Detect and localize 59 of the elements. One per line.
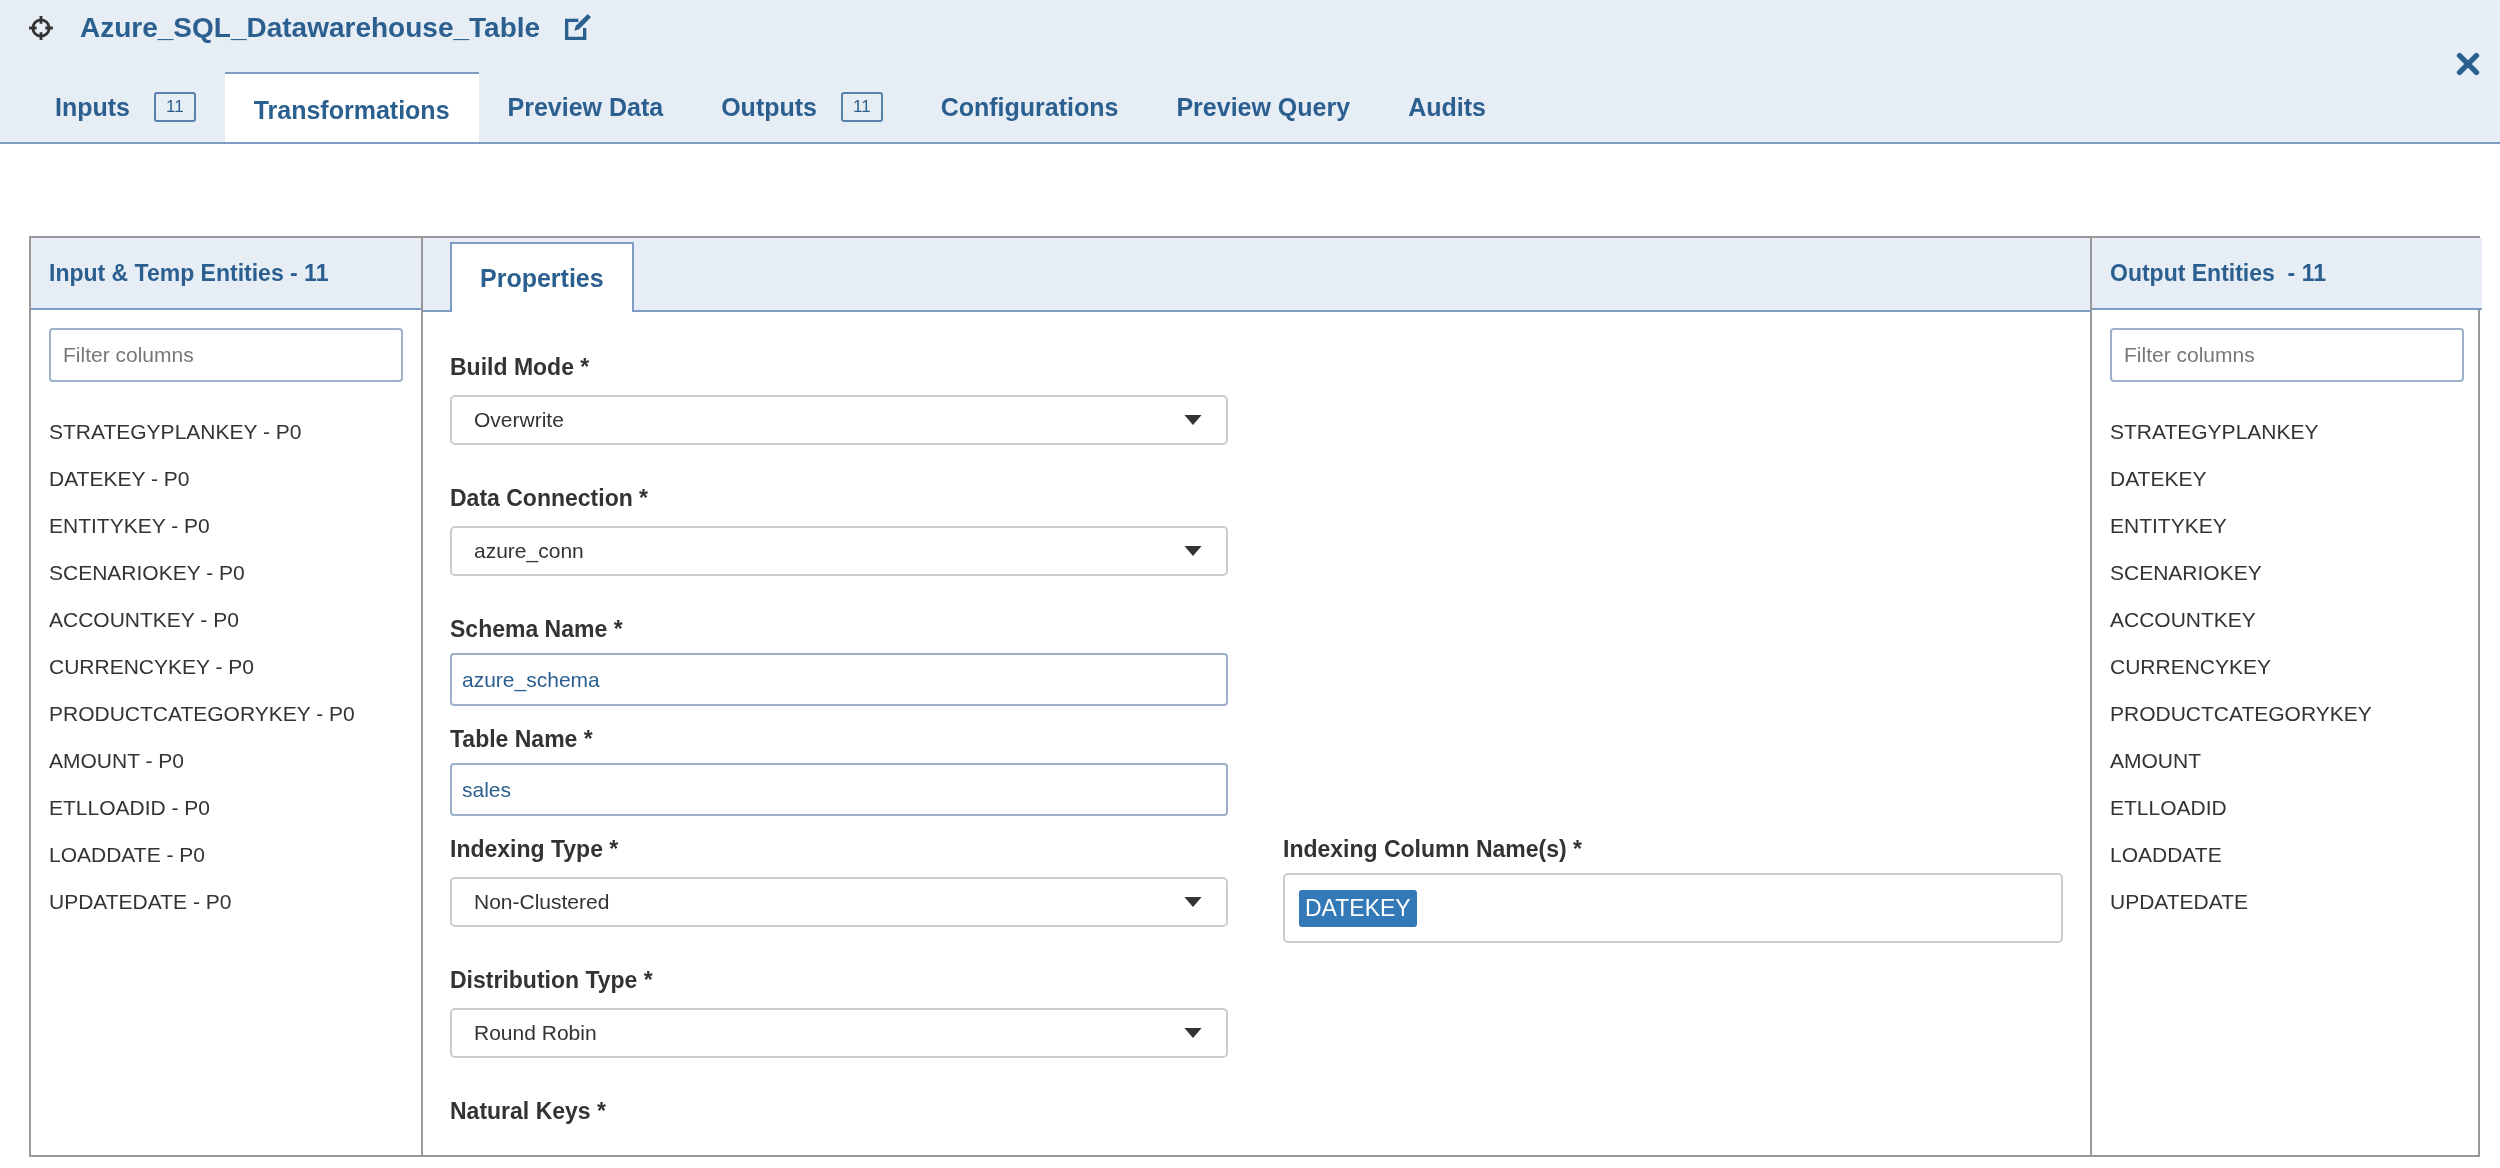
column-item[interactable]: LOADDATE - P0 — [49, 831, 403, 878]
tab[interactable]: Audits — [1379, 72, 1515, 142]
column-item[interactable]: PRODUCTCATEGORYKEY - P0 — [49, 690, 403, 737]
column-item[interactable]: AMOUNT - P0 — [49, 737, 403, 784]
field-label: Distribution Type * — [450, 967, 654, 994]
window-title: Azure_SQL_Datawarehouse_Table — [80, 12, 541, 44]
column-item[interactable]: AMOUNT — [2110, 737, 2464, 784]
count-badge: 11 — [154, 92, 196, 122]
dropdown[interactable]: Overwrite — [450, 395, 1228, 445]
crosshair-icon — [28, 15, 54, 41]
text-field[interactable]: sales — [450, 763, 1228, 816]
filter-field[interactable]: Filter columns — [2110, 328, 2464, 382]
column-item[interactable]: SCENARIOKEY - P0 — [49, 549, 403, 596]
column-item[interactable]: DATEKEY - P0 — [49, 455, 403, 502]
panel-header: Output Entities - 11 — [2092, 238, 2482, 310]
column-item[interactable]: PRODUCTCATEGORYKEY — [2110, 690, 2464, 737]
column-item[interactable]: UPDATEDATE - P0 — [49, 878, 403, 925]
field-label: Build Mode * — [450, 354, 591, 381]
column-item[interactable]: ENTITYKEY - P0 — [49, 502, 403, 549]
count-badge: 11 — [841, 92, 883, 122]
column-item[interactable]: STRATEGYPLANKEY — [2110, 408, 2464, 455]
caret-icon — [1184, 415, 1202, 425]
tab[interactable]: Preview Data — [478, 72, 693, 142]
tab[interactable]: Outputs 11 — [692, 72, 912, 142]
column-item[interactable]: UPDATEDATE — [2110, 878, 2464, 925]
panel-header: Input & Temp Entities - 11 — [31, 238, 421, 310]
column-item[interactable]: CURRENCYKEY — [2110, 643, 2464, 690]
column-item[interactable]: SCENARIOKEY — [2110, 549, 2464, 596]
caret-icon — [1184, 897, 1202, 907]
dropdown[interactable]: azure_conn — [450, 526, 1228, 576]
text-field[interactable]: azure_schema — [450, 653, 1228, 706]
column-item[interactable]: ETLLOADID — [2110, 784, 2464, 831]
column-item[interactable]: LOADDATE — [2110, 831, 2464, 878]
tag-field[interactable]: DATEKEY — [1283, 873, 2063, 943]
column-item[interactable]: DATEKEY — [2110, 455, 2464, 502]
column-item[interactable]: ENTITYKEY — [2110, 502, 2464, 549]
tag-chip[interactable]: DATEKEY — [1299, 889, 1417, 927]
close-icon[interactable] — [2456, 52, 2480, 76]
column-item[interactable]: STRATEGYPLANKEY - P0 — [49, 408, 403, 455]
caret-icon — [1184, 1028, 1202, 1038]
column-item[interactable]: ETLLOADID - P0 — [49, 784, 403, 831]
tab[interactable]: Transformations — [224, 72, 479, 142]
field-label: Indexing Column Name(s) * — [1283, 836, 1584, 863]
field-label: Table Name * — [450, 726, 594, 753]
field-label: Data Connection * — [450, 485, 650, 512]
tab[interactable]: Inputs 11 — [26, 72, 225, 142]
column-item[interactable]: ACCOUNTKEY - P0 — [49, 596, 403, 643]
dropdown[interactable]: Non-Clustered — [450, 877, 1228, 927]
column-item[interactable]: ACCOUNTKEY — [2110, 596, 2464, 643]
column-item[interactable]: CURRENCYKEY - P0 — [49, 643, 403, 690]
tab[interactable]: Preview Query — [1147, 72, 1380, 142]
field-label: Indexing Type * — [450, 836, 620, 863]
tab[interactable]: Configurations — [911, 72, 1148, 142]
field-label: Natural Keys * — [450, 1098, 607, 1125]
dropdown[interactable]: Round Robin — [450, 1008, 1228, 1058]
caret-icon — [1184, 546, 1202, 556]
filter-field[interactable]: Filter columns — [49, 328, 403, 382]
field-label: Schema Name * — [450, 616, 624, 643]
tab[interactable]: Properties — [450, 242, 634, 312]
